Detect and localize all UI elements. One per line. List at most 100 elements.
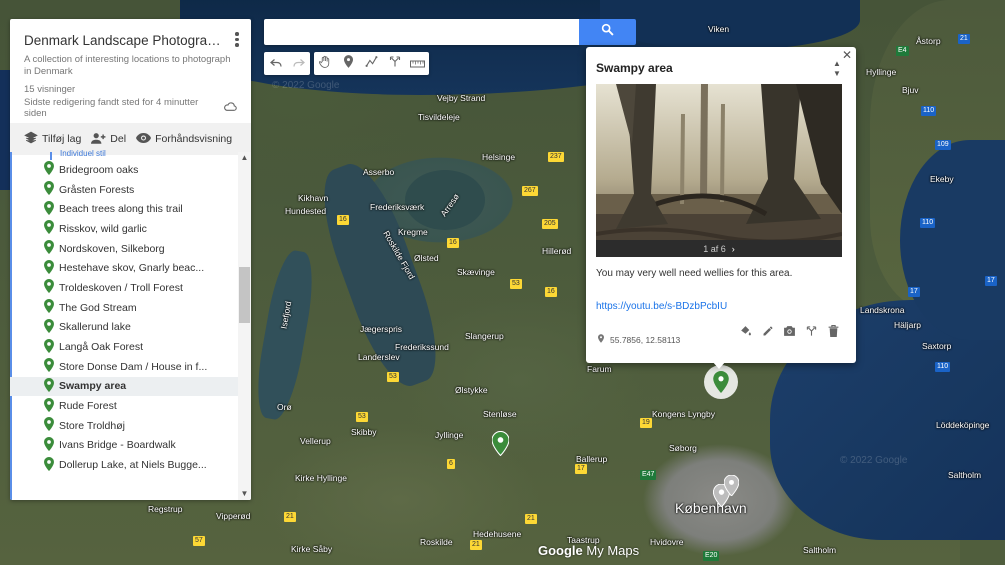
map-legend-panel: Denmark Landscape Photography... A colle… xyxy=(10,19,251,500)
arreso-lake xyxy=(405,170,485,230)
place-pin-icon xyxy=(44,397,54,415)
undo-button[interactable] xyxy=(264,52,287,75)
road-badge-swedish: 110 xyxy=(920,218,936,228)
place-label: Saxtorp xyxy=(922,341,952,351)
road-badge-euro: E47 xyxy=(640,470,657,480)
map-title[interactable]: Denmark Landscape Photography... xyxy=(24,33,224,48)
place-label: Löddeköpinge xyxy=(936,420,990,430)
place-list-item[interactable]: Store Troldhøj xyxy=(10,416,238,436)
place-label: Kirke Såby xyxy=(291,544,333,554)
place-list-item[interactable]: The God Stream xyxy=(10,298,238,318)
style-paint-bucket-icon[interactable] xyxy=(739,324,752,337)
road-badge: 57 xyxy=(193,536,205,546)
redo-icon xyxy=(292,55,305,73)
more-options-icon[interactable] xyxy=(233,32,241,48)
directions-icon[interactable] xyxy=(805,324,818,337)
place-label: Stenløse xyxy=(483,409,517,419)
place-list-item[interactable]: Dollerup Lake, at Niels Bugge... xyxy=(10,455,238,475)
measure-button[interactable] xyxy=(406,52,429,75)
preview-button[interactable]: Forhåndsvisning xyxy=(136,132,232,146)
map-marker-grey[interactable] xyxy=(723,474,740,501)
place-label: Kregme xyxy=(398,227,428,237)
place-label: Vellerup xyxy=(300,436,331,446)
close-icon[interactable]: ✕ xyxy=(842,48,852,62)
directions-button[interactable] xyxy=(383,52,406,75)
place-photo[interactable] xyxy=(596,84,842,257)
place-link[interactable]: https://youtu.be/s-BDzbPcbIU xyxy=(596,301,727,312)
road-badge-swedish: 21 xyxy=(958,34,970,44)
place-list-item[interactable]: Troldeskoven / Troll Forest xyxy=(10,278,238,298)
place-description: You may very well need wellies for this … xyxy=(596,268,793,279)
place-pin-icon xyxy=(44,417,54,434)
chevron-right-icon[interactable]: › xyxy=(732,244,735,254)
share-button[interactable]: Del xyxy=(91,132,126,147)
road-badge: 53 xyxy=(387,372,399,382)
place-list-item[interactable]: Skallerund lake xyxy=(10,318,238,338)
delete-trash-icon[interactable] xyxy=(827,324,840,337)
place-list-item[interactable]: Ivans Bridge - Boardwalk xyxy=(10,436,238,456)
place-list-item[interactable]: Hestehave skov, Gnarly beac... xyxy=(10,258,238,278)
list-scrollbar[interactable]: ▲ ▼ xyxy=(238,152,251,500)
place-pin-icon xyxy=(44,456,54,474)
place-label: Søborg xyxy=(669,443,697,453)
place-label: Jægerspris xyxy=(360,324,403,334)
road-badge: 21 xyxy=(284,512,296,522)
eye-icon xyxy=(136,132,152,146)
selected-map-marker[interactable] xyxy=(704,365,738,399)
place-list-item[interactable]: Nordskoven, Silkeborg xyxy=(10,239,238,259)
map-marker[interactable] xyxy=(491,430,510,461)
place-label: Orø xyxy=(277,402,292,412)
coordinates-text: 55.7856, 12.58113 xyxy=(610,334,681,345)
place-list-label: The God Stream xyxy=(59,301,137,314)
scroll-up-icon[interactable]: ▲ xyxy=(238,152,251,164)
place-list-item[interactable]: Rude Forest xyxy=(10,396,238,416)
place-list-item[interactable]: Beach trees along this trail xyxy=(10,199,238,219)
redo-button[interactable] xyxy=(287,52,310,75)
place-pin-icon xyxy=(44,358,54,375)
scroll-thumb[interactable] xyxy=(239,267,250,323)
card-title: Swampy area xyxy=(596,61,673,75)
road-badge: 267 xyxy=(522,186,538,196)
add-marker-button[interactable] xyxy=(337,52,360,75)
add-layer-button[interactable]: Tilføj lag xyxy=(24,131,81,147)
card-nav: ▲ ▼ xyxy=(832,59,842,79)
place-list-item[interactable]: Bridegroom oaks xyxy=(10,160,238,180)
place-label-major: København xyxy=(675,500,747,516)
road-badge: 205 xyxy=(542,219,558,229)
place-list-item[interactable]: Swampy area xyxy=(10,376,238,397)
add-photo-camera-icon[interactable] xyxy=(783,324,796,337)
history-group xyxy=(264,52,310,75)
place-pin-icon xyxy=(44,436,54,454)
place-label: Vejby Strand xyxy=(437,93,486,103)
place-list-item[interactable]: Store Donse Dam / House in f... xyxy=(10,357,238,377)
map-description[interactable]: A collection of interesting locations to… xyxy=(24,54,234,78)
brand-google: Google xyxy=(538,543,583,558)
google-mymaps-brand: Google My Maps xyxy=(538,543,639,558)
pan-tool-button[interactable] xyxy=(314,52,337,75)
edit-pencil-icon[interactable] xyxy=(761,324,774,337)
road-badge: 6 xyxy=(447,459,455,469)
road-badge-swedish: 17 xyxy=(985,276,997,286)
place-list-item[interactable]: Risskov, wild garlic xyxy=(10,219,238,239)
place-list-item[interactable]: Gråsten Forests xyxy=(10,180,238,200)
place-label: Hyllinge xyxy=(866,67,897,77)
place-list-label: Swampy area xyxy=(59,380,127,393)
search-input[interactable] xyxy=(264,19,579,45)
scroll-down-icon[interactable]: ▼ xyxy=(238,488,251,500)
road-badge-euro: E4 xyxy=(896,46,909,56)
add-person-icon xyxy=(91,132,106,147)
place-pin-icon xyxy=(44,161,54,178)
road-badge: 21 xyxy=(470,540,482,550)
road-badge: 53 xyxy=(510,279,522,289)
place-list-label: Nordskoven, Silkeborg xyxy=(59,242,165,255)
search-button[interactable] xyxy=(579,19,636,45)
directions-icon xyxy=(389,55,401,73)
place-list-item[interactable]: Langå Oak Forest xyxy=(10,337,238,357)
chevron-up-icon[interactable]: ▲ xyxy=(832,59,842,69)
chevron-down-icon[interactable]: ▼ xyxy=(832,69,842,79)
road-badge: 16 xyxy=(337,215,349,225)
place-label: Hillerød xyxy=(542,246,572,256)
style-label[interactable]: Individuel stil xyxy=(60,149,106,158)
draw-line-button[interactable] xyxy=(360,52,383,75)
list-scroll-cutoff: Individuel stil xyxy=(50,149,238,160)
